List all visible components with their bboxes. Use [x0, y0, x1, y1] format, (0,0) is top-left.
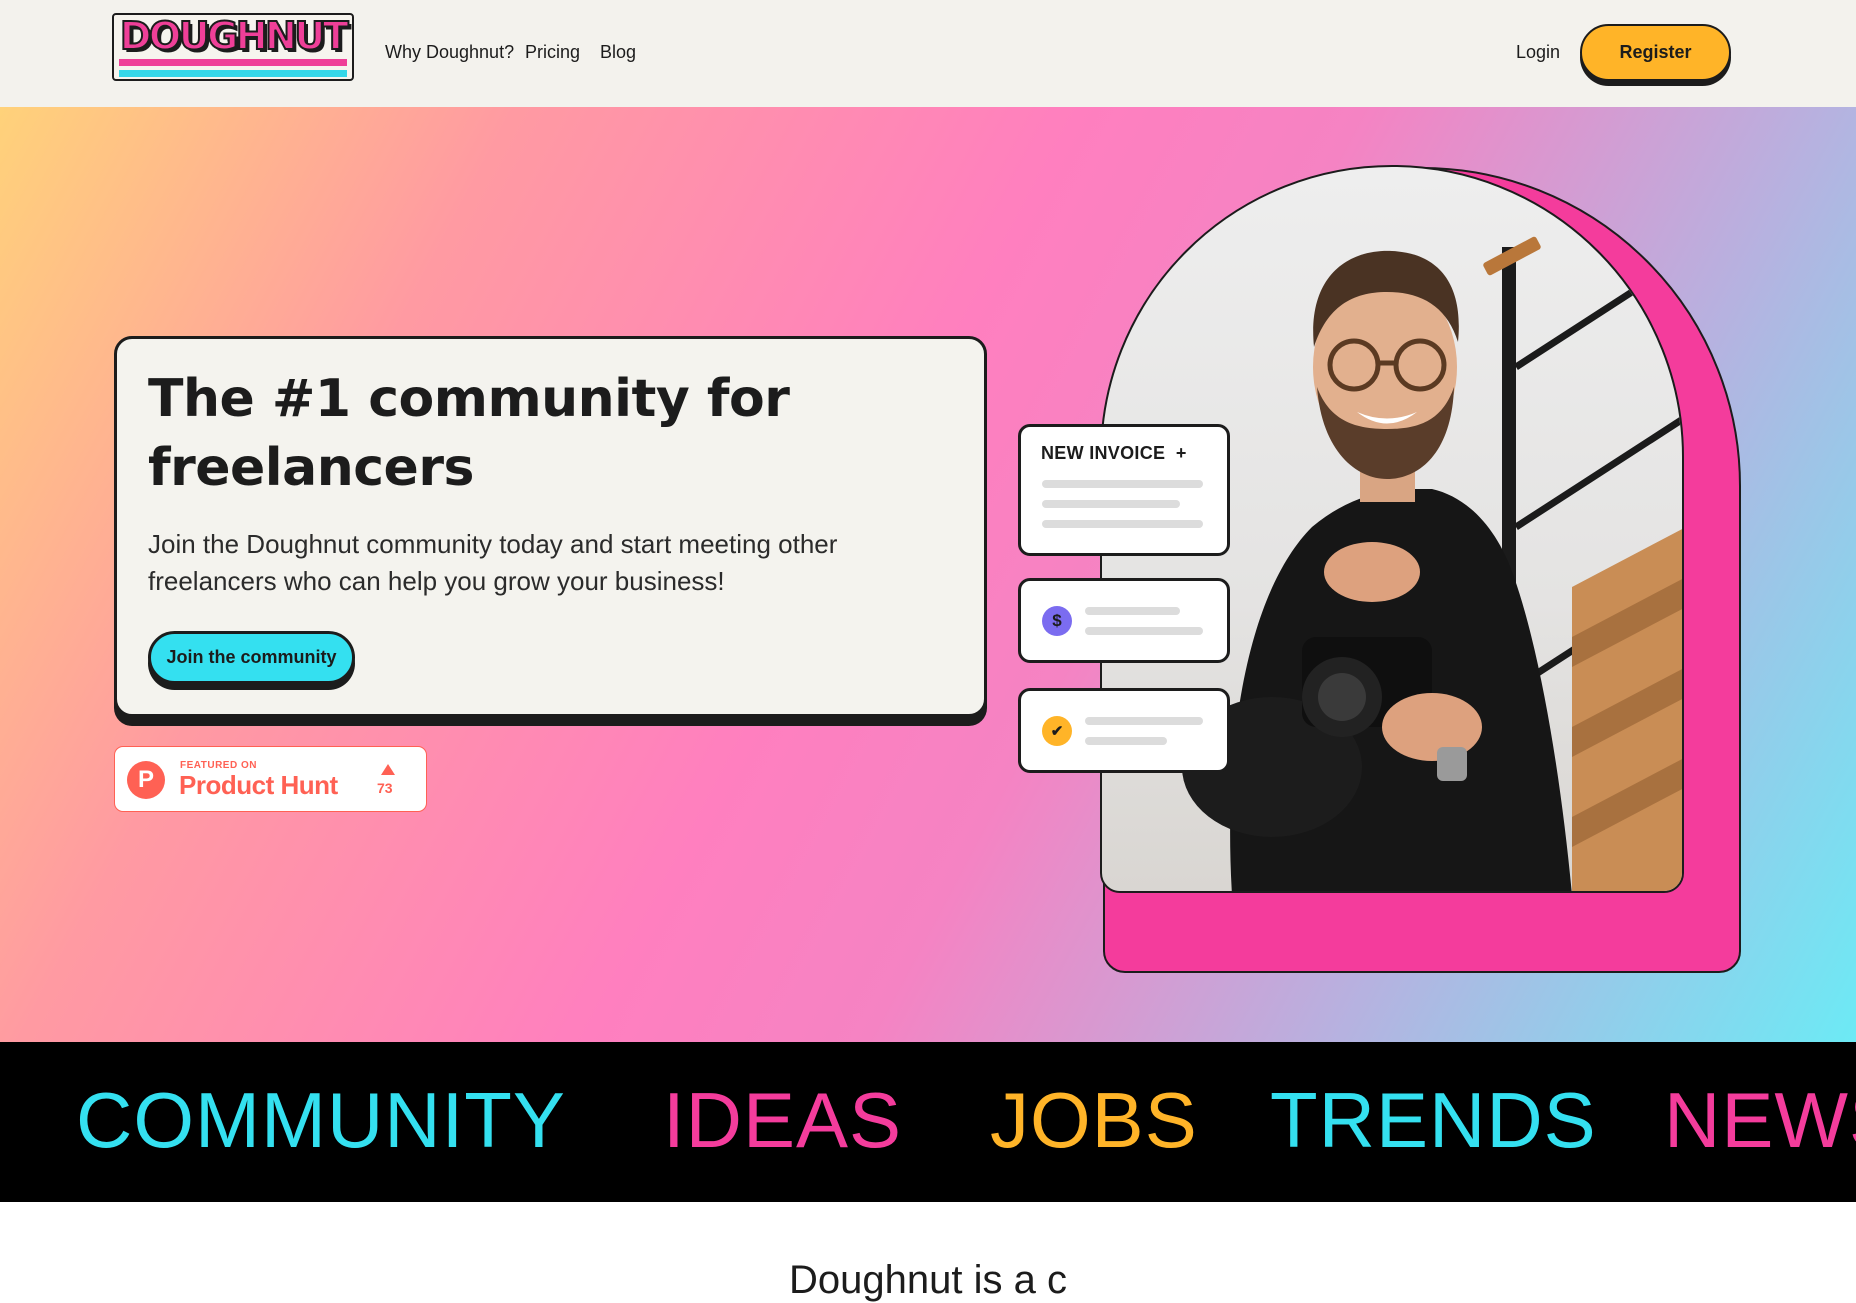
nav-link-blog[interactable]: Blog: [600, 42, 636, 63]
ticker-word-community: COMMUNITY: [76, 1076, 566, 1164]
nav-link-why-doughnut[interactable]: Why Doughnut?: [385, 42, 514, 63]
placeholder-line: [1042, 480, 1203, 488]
register-button[interactable]: Register: [1580, 24, 1731, 81]
placeholder-line: [1042, 520, 1203, 528]
placeholder-line: [1085, 627, 1203, 635]
topic-ticker: COMMUNITY IDEAS JOBS TRENDS NEWS: [0, 1042, 1856, 1202]
checkmark-icon: ✔: [1042, 716, 1072, 746]
dollar-icon: $: [1042, 606, 1072, 636]
upvote-arrow-icon: [381, 764, 395, 775]
payment-card: $: [1018, 578, 1230, 663]
logo-stripe-pink: [119, 59, 347, 66]
new-invoice-label: NEW INVOICE: [1041, 443, 1166, 463]
plus-icon: +: [1175, 443, 1187, 463]
placeholder-line: [1085, 607, 1180, 615]
placeholder-line: [1085, 717, 1203, 725]
product-hunt-logo-icon: P: [127, 761, 165, 799]
product-hunt-upvote-count: 73: [377, 780, 393, 796]
completed-card: ✔: [1018, 688, 1230, 773]
hero-title: The #1 community for freelancers: [148, 369, 790, 498]
hero-card: The #1 community for freelancers Join th…: [114, 336, 987, 717]
product-hunt-badge[interactable]: P FEATURED ON Product Hunt 73: [114, 746, 427, 812]
doughnut-logo[interactable]: DOUGHNUT: [112, 13, 354, 81]
hero-description: Join the Doughnut community today and st…: [148, 529, 838, 596]
ticker-word-jobs: JOBS: [990, 1076, 1198, 1164]
product-hunt-name: Product Hunt: [179, 770, 338, 800]
hero-section: The #1 community for freelancers Join th…: [0, 107, 1856, 1042]
top-nav: DOUGHNUT Why Doughnut? Pricing Blog Logi…: [0, 0, 1856, 107]
new-invoice-card[interactable]: NEW INVOICE +: [1018, 424, 1230, 556]
nav-link-pricing[interactable]: Pricing: [525, 42, 580, 63]
placeholder-line: [1042, 500, 1180, 508]
login-link[interactable]: Login: [1516, 42, 1560, 63]
section-heading-partial: Doughnut is a c: [789, 1258, 1067, 1302]
logo-wordmark: DOUGHNUT: [119, 14, 350, 59]
placeholder-line: [1085, 737, 1167, 745]
ticker-word-trends: TRENDS: [1270, 1076, 1597, 1164]
ticker-word-ideas: IDEAS: [663, 1076, 903, 1164]
join-community-button[interactable]: Join the community: [148, 631, 355, 684]
new-invoice-title: NEW INVOICE +: [1041, 443, 1187, 464]
ticker-word-news: NEWS: [1664, 1076, 1856, 1164]
logo-stripe-cyan: [119, 70, 347, 77]
